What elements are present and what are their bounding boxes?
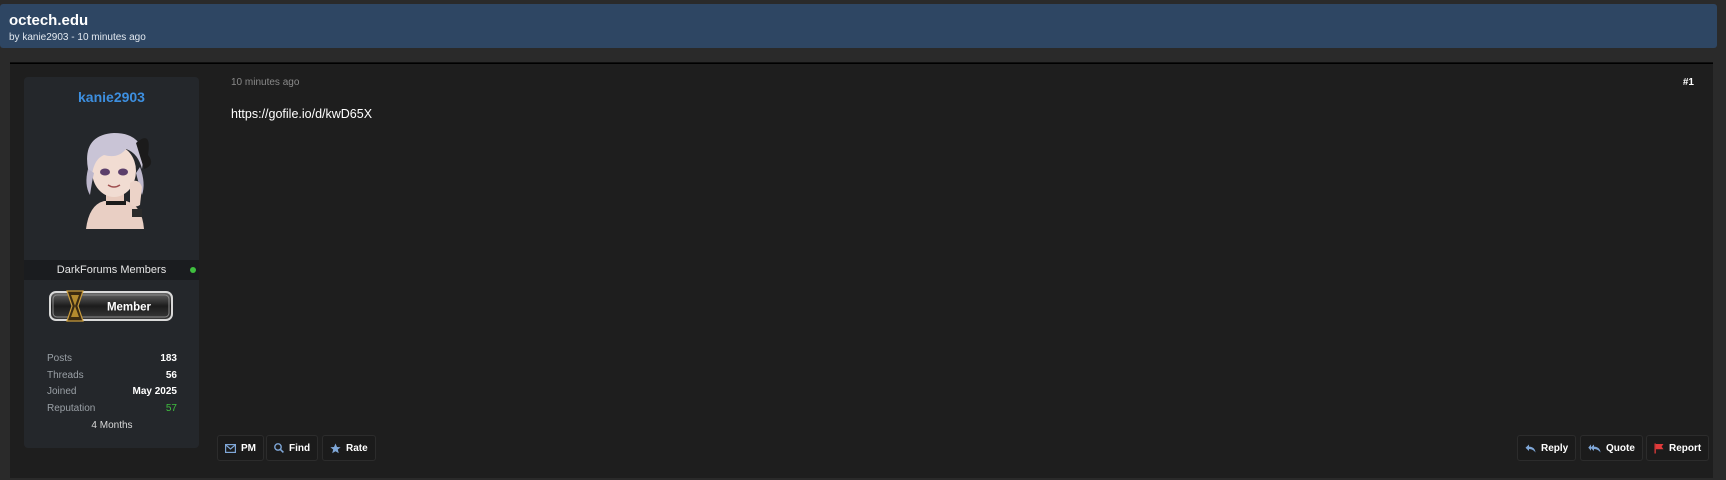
stat-label: Joined [47,386,77,397]
reply-button[interactable]: Reply [1517,435,1577,461]
search-icon [274,443,284,453]
stat-value[interactable]: 57 [166,403,177,414]
report-button[interactable]: Report [1646,435,1710,461]
post-body[interactable]: https://gofile.io/d/kwD65X [231,107,372,121]
stat-value: 183 [160,353,177,364]
pm-button-label: PM [241,442,256,454]
membership-duration: 4 Months [91,420,133,431]
stat-value: 56 [165,369,177,381]
author-username[interactable]: kanie2903 [24,89,199,105]
thread-header: octech.edu by kanie2903 - 10 minutes ago [0,4,1717,48]
flag-icon [1654,443,1664,454]
quote-icon [1588,444,1601,453]
thread-meta: by kanie2903 - 10 minutes ago [9,32,146,43]
quote-button-label: Quote [1606,442,1635,454]
reply-icon [1525,444,1536,453]
envelope-icon [225,443,236,453]
rate-button-label: Rate [346,442,368,454]
post-date: 10 minutes ago [231,77,300,88]
online-status-icon [190,267,196,273]
stat-threads: Threads 56 [47,370,177,387]
find-button[interactable]: Find [266,435,319,461]
post: kanie2903 DarkForums Members Member Post… [10,62,1713,478]
member-rank-badge: Member [49,290,173,322]
quote-button[interactable]: Quote [1580,435,1643,461]
stat-label: Reputation [47,402,96,414]
stat-label: Threads [47,369,84,381]
find-button-label: Find [289,442,311,454]
pm-button[interactable]: PM [217,435,264,461]
star-icon [330,443,341,454]
post-number[interactable]: #1 [1683,77,1694,88]
stat-reputation: Reputation 57 [47,403,177,420]
author-stats: Posts 183 Threads 56 Joined May 2025 Rep… [47,353,177,431]
thread-title[interactable]: octech.edu [9,12,88,29]
author-panel: kanie2903 DarkForums Members Member Post… [24,77,199,448]
stat-value: May 2025 [132,386,177,397]
stat-posts: Posts 183 [47,353,177,370]
divider [10,62,1713,63]
report-button-label: Report [1669,442,1702,454]
stat-label: Posts [47,353,73,364]
stat-joined: Joined May 2025 [47,386,177,403]
user-group-label: DarkForums Members [56,264,167,276]
member-badge-text: Member [107,302,152,314]
user-group-bar: DarkForums Members [24,260,199,280]
rate-button[interactable]: Rate [322,435,376,461]
reply-button-label: Reply [1541,442,1569,454]
avatar[interactable] [64,125,164,229]
